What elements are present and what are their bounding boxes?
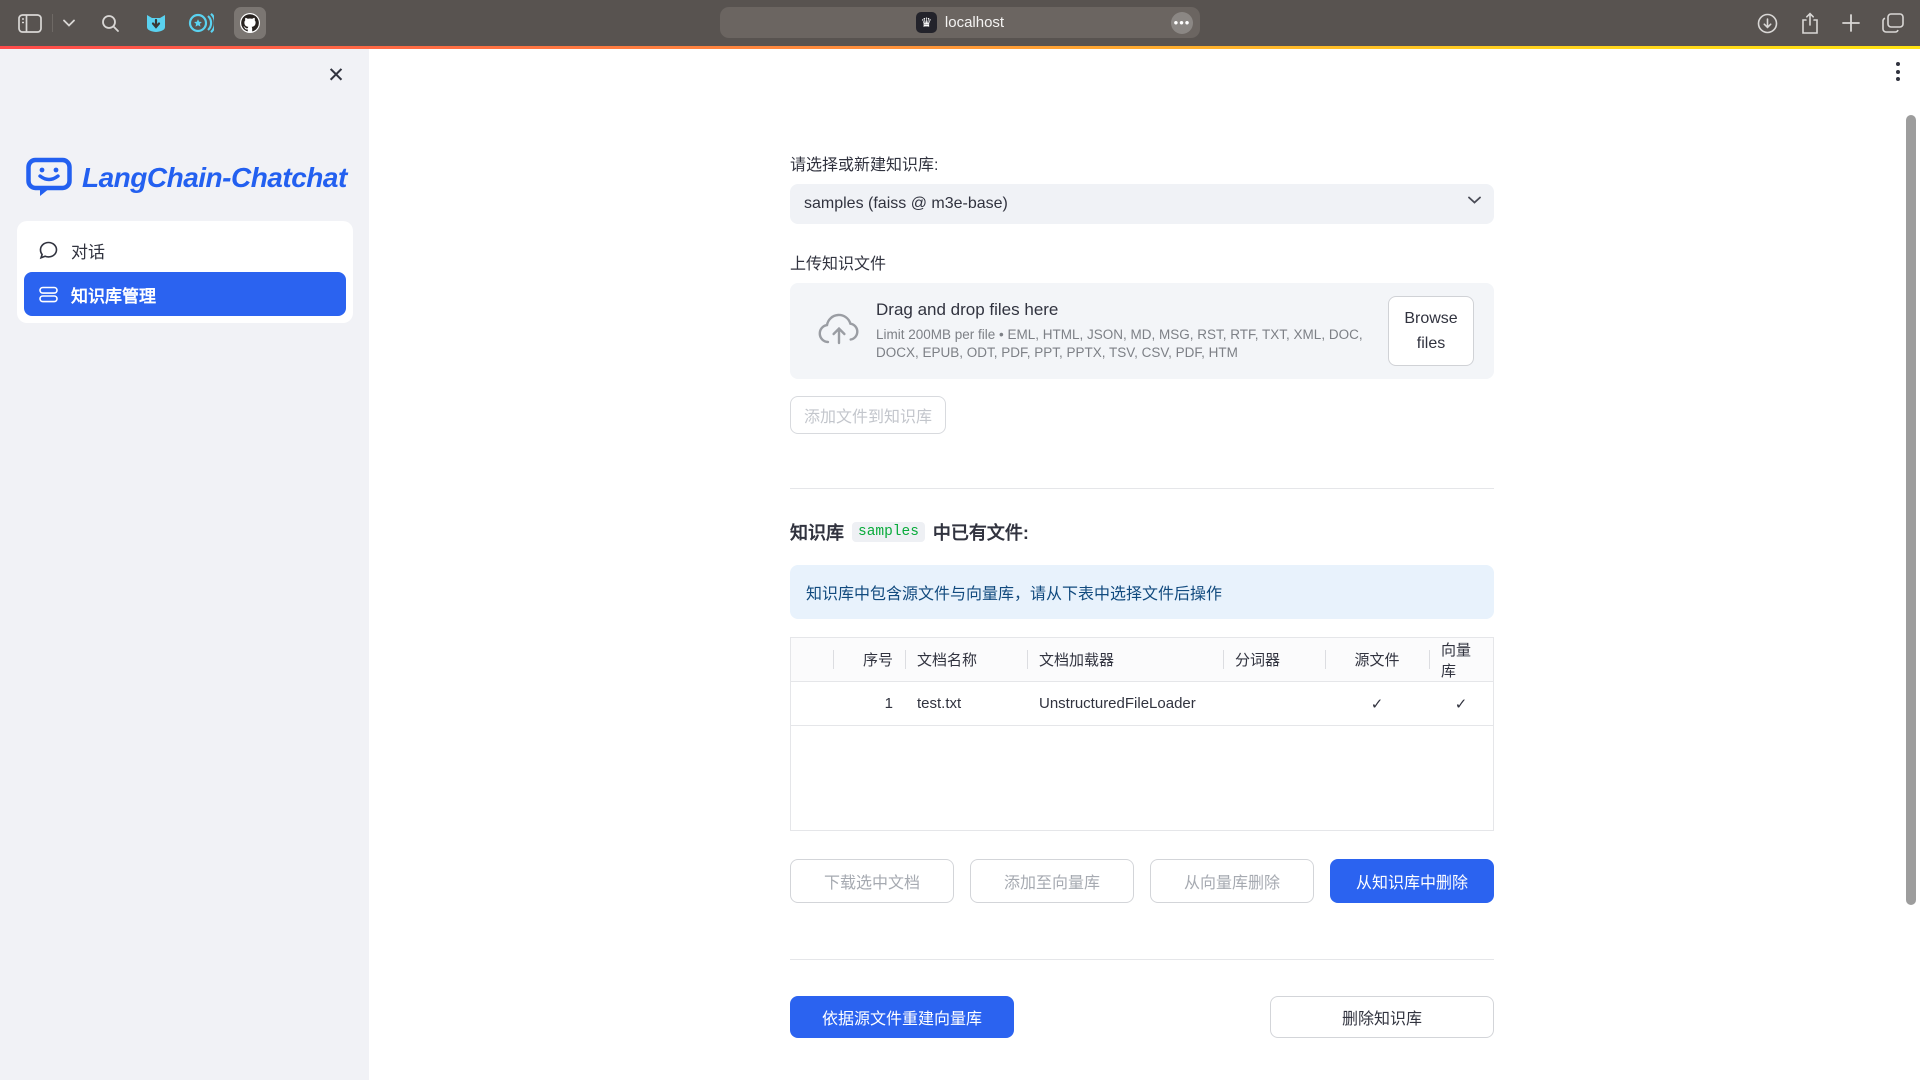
- upload-label: 上传知识文件: [790, 250, 1494, 274]
- divider: [790, 488, 1494, 489]
- cat-extension-icon[interactable]: [144, 11, 168, 35]
- kb-select[interactable]: samples (faiss @ m3e-base): [790, 184, 1494, 224]
- sidebar-item-chat[interactable]: 对话: [24, 228, 346, 272]
- add-to-vector-store-button[interactable]: 添加至向量库: [970, 859, 1134, 903]
- tab-overview-icon[interactable]: [1882, 13, 1904, 33]
- sidebar-item-knowledge-base[interactable]: 知识库管理: [24, 272, 346, 316]
- divider: [790, 959, 1494, 960]
- rebuild-vector-store-button[interactable]: 依据源文件重建向量库: [790, 996, 1014, 1038]
- cloud-upload-icon: [816, 311, 862, 351]
- delete-from-vector-store-button[interactable]: 从向量库删除: [1150, 859, 1314, 903]
- sidebar-item-label: 知识库管理: [71, 282, 156, 307]
- column-header[interactable]: 向量库: [1429, 638, 1493, 681]
- sidebar-item-label: 对话: [71, 238, 105, 263]
- app-viewport: ✕ LangChain-Chatchat 对话: [0, 49, 1920, 1080]
- row-number-cell: 1: [833, 682, 905, 725]
- close-icon[interactable]: ✕: [323, 62, 349, 88]
- kb-selected-value: samples (faiss @ m3e-base): [804, 195, 1008, 213]
- kb-management-buttons: 依据源文件重建向量库 删除知识库: [790, 996, 1494, 1038]
- chat-bubble-icon: [39, 241, 58, 260]
- column-header[interactable]: 序号: [833, 638, 905, 681]
- column-header[interactable]: 文档名称: [905, 638, 1027, 681]
- column-header[interactable]: 分词器: [1223, 638, 1325, 681]
- kb-name-code: samples: [852, 522, 925, 542]
- page-menu-icon[interactable]: [1896, 62, 1900, 81]
- dropzone-title: Drag and drop files here: [876, 300, 1374, 320]
- info-alert: 知识库中包含源文件与向量库，请从下表中选择文件后操作: [790, 565, 1494, 619]
- app-logo: LangChain-Chatchat: [26, 157, 347, 199]
- browser-toolbar: ♛ localhost •••: [0, 0, 1920, 46]
- kb-select-label: 请选择或新建知识库:: [790, 151, 1494, 175]
- chevron-down-icon[interactable]: [63, 19, 75, 27]
- select-column-header[interactable]: [791, 638, 833, 681]
- download-selected-button[interactable]: 下载选中文档: [790, 859, 954, 903]
- plus-icon[interactable]: [1842, 14, 1860, 32]
- kb-files-table[interactable]: 序号 文档名称 文档加载器 分词器 源文件 向量库 1 test.txt Uns…: [790, 637, 1494, 831]
- sidebar-nav: 对话 知识库管理: [17, 221, 353, 323]
- main-content: 请选择或新建知识库: samples (faiss @ m3e-base) 上传…: [790, 49, 1494, 1038]
- share-icon[interactable]: [1800, 12, 1820, 35]
- add-files-button[interactable]: 添加文件到知识库: [790, 396, 946, 434]
- knowledge-base-icon: [39, 286, 58, 303]
- doc-loader-cell: UnstructuredFileLoader: [1027, 682, 1223, 725]
- table-header-row: 序号 文档名称 文档加载器 分词器 源文件 向量库: [791, 638, 1493, 682]
- column-header[interactable]: 文档加载器: [1027, 638, 1223, 681]
- dropzone-hint: Limit 200MB per file • EML, HTML, JSON, …: [876, 326, 1374, 362]
- sidebar: ✕ LangChain-Chatchat 对话: [0, 49, 369, 1080]
- sidebar-toggle-icon[interactable]: [18, 14, 42, 33]
- address-bar[interactable]: ♛ localhost •••: [720, 7, 1200, 38]
- ellipsis-icon[interactable]: •••: [1171, 12, 1193, 34]
- delete-from-kb-button[interactable]: 从知识库中删除: [1330, 859, 1494, 903]
- browse-files-button[interactable]: Browse files: [1388, 296, 1474, 366]
- circles-extension-icon[interactable]: [188, 11, 214, 35]
- file-action-buttons: 下载选中文档 添加至向量库 从向量库删除 从知识库中删除: [790, 859, 1494, 903]
- url-text: localhost: [945, 14, 1004, 31]
- column-header[interactable]: 源文件: [1325, 638, 1429, 681]
- logo-chat-icon: [26, 157, 72, 199]
- kb-files-heading: 知识库 samples 中已有文件:: [790, 519, 1494, 545]
- page-scrollbar[interactable]: [1906, 115, 1916, 905]
- delete-kb-button[interactable]: 删除知识库: [1270, 996, 1494, 1038]
- row-select-cell[interactable]: [791, 682, 833, 725]
- table-row[interactable]: 1 test.txt UnstructuredFileLoader ✓ ✓: [791, 682, 1493, 726]
- github-extension-icon[interactable]: [234, 7, 266, 39]
- download-icon[interactable]: [1757, 13, 1778, 34]
- toolbar-divider: [52, 14, 53, 32]
- table-empty-area: [791, 726, 1493, 830]
- search-icon[interactable]: [101, 14, 120, 33]
- source-file-check: ✓: [1325, 682, 1429, 725]
- splitter-cell: [1223, 682, 1325, 725]
- site-favicon: ♛: [916, 12, 937, 33]
- heading-prefix: 知识库: [790, 519, 844, 545]
- heading-suffix: 中已有文件:: [933, 519, 1029, 545]
- chevron-down-icon: [1468, 196, 1481, 204]
- vector-store-check: ✓: [1429, 682, 1493, 725]
- doc-name-cell: test.txt: [905, 682, 1027, 725]
- file-dropzone[interactable]: Drag and drop files here Limit 200MB per…: [790, 283, 1494, 379]
- logo-text: LangChain-Chatchat: [82, 162, 347, 194]
